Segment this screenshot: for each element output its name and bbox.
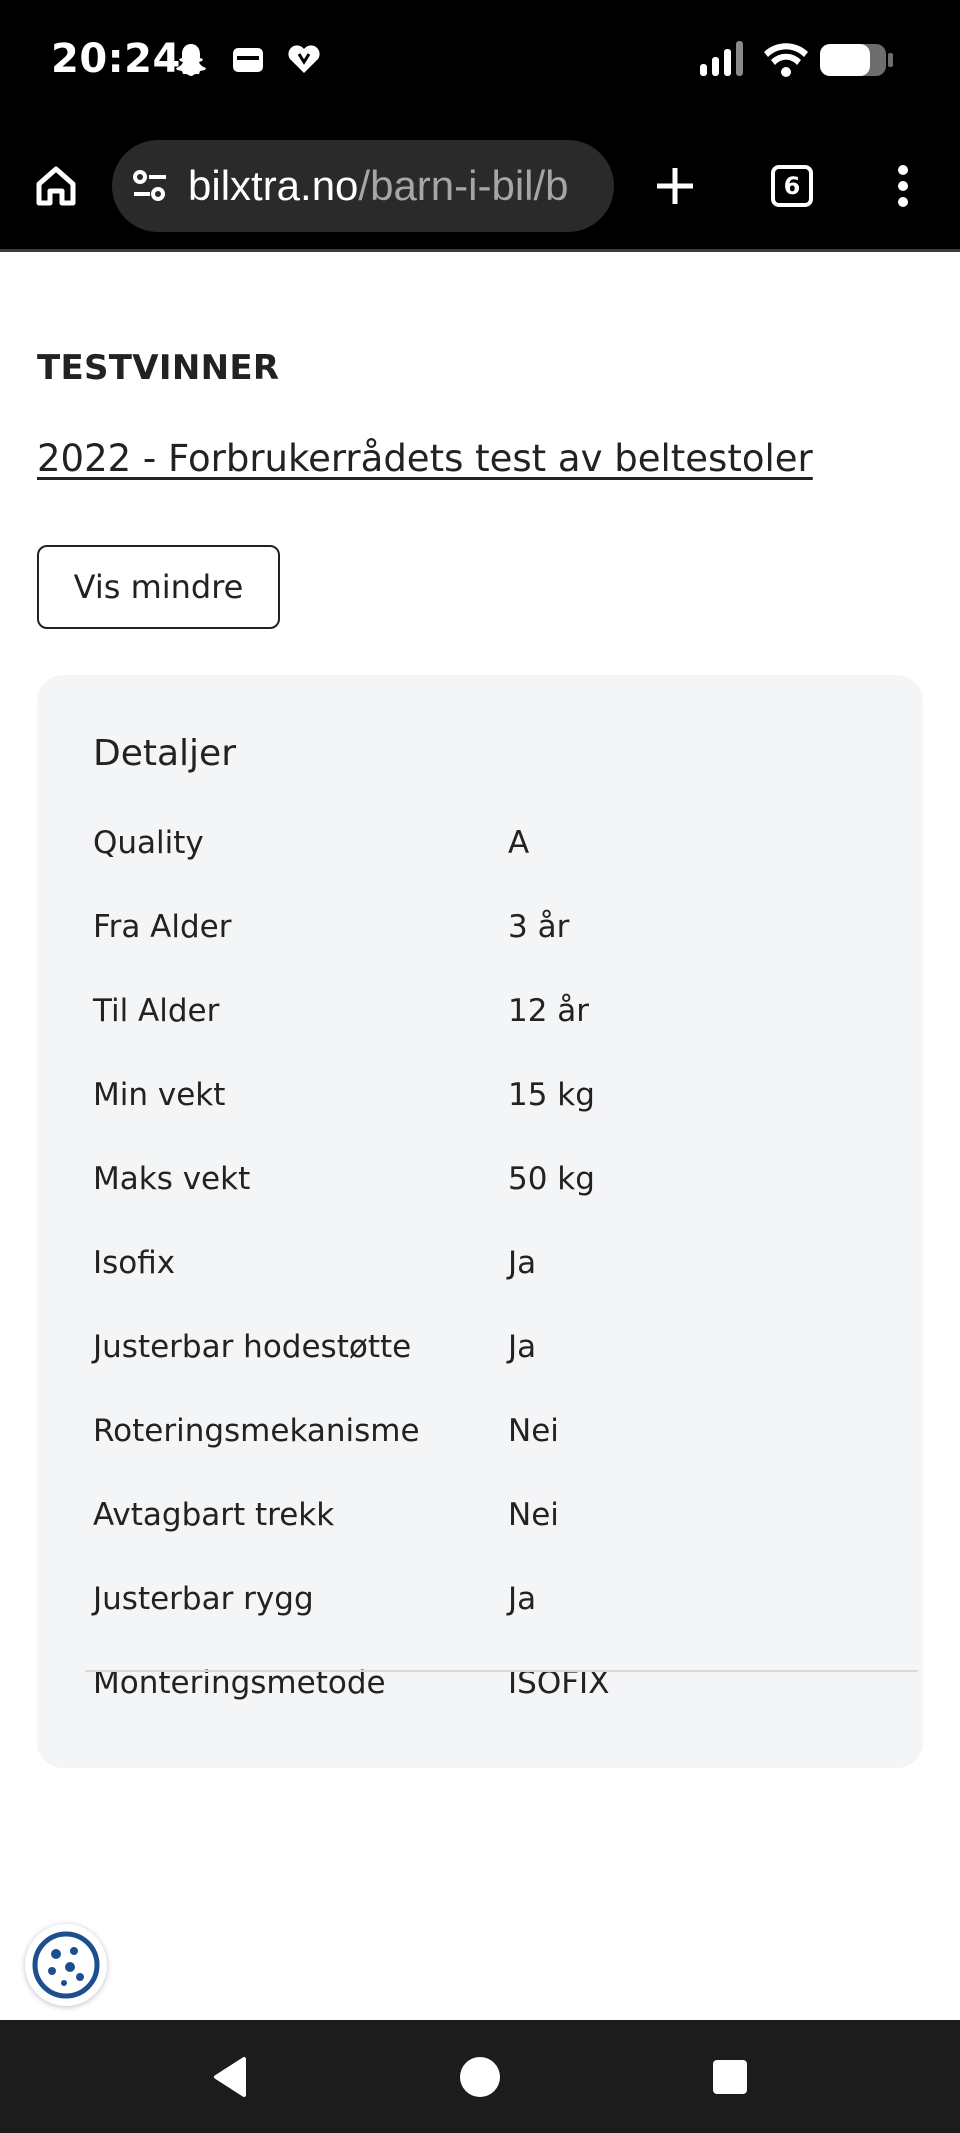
detail-label: Justerbar hodestøtte [93,1329,412,1365]
detail-row: Isofix Ja [93,1245,893,1305]
status-time: 20:24 [51,36,181,82]
status-right-icons [700,38,900,82]
cookie-icon [32,1931,100,1999]
new-tab-button[interactable] [640,120,710,252]
detail-value: Ja [508,1245,537,1281]
address-bar[interactable]: bilxtra.no/barn-i-bil/b [112,140,614,232]
detail-row: Monteringsmetode ISOFIX [93,1665,893,1725]
detail-label: Min vekt [93,1077,226,1113]
detail-row: Quality A [93,825,893,885]
details-title: Detaljer [93,733,236,774]
detail-value: 3 år [508,909,570,945]
home-button[interactable] [24,120,88,252]
back-button[interactable] [170,2020,290,2133]
detail-label: Roteringsmekanisme [93,1413,420,1449]
menu-button[interactable] [878,120,928,252]
detail-label: Justerbar rygg [93,1581,314,1617]
detail-row: Justerbar rygg Ja [93,1581,893,1641]
url-path: /barn-i-bil/b [358,162,569,209]
detail-row: Til Alder 12 år [93,993,893,1053]
detail-row: Fra Alder 3 år [93,909,893,969]
status-bar: 20:24 [0,0,960,120]
detail-value: Nei [508,1497,559,1533]
detail-value: 12 år [508,993,590,1029]
detail-value: 50 kg [508,1161,595,1197]
home-nav-button[interactable] [420,2020,540,2133]
heart-app-icon [285,40,323,78]
detail-value: Ja [508,1581,537,1617]
battery-icon [820,44,893,76]
footer-divider [85,1670,918,1672]
url-text: bilxtra.no/barn-i-bil/b [188,162,569,210]
detail-row: Min vekt 15 kg [93,1077,893,1137]
wifi-icon [764,43,808,77]
tab-switcher-button[interactable]: 6 [771,165,813,207]
test-article-link[interactable]: 2022 - Forbrukerrådets test av beltestol… [37,437,813,480]
browser-toolbar: bilxtra.no/barn-i-bil/b 6 [0,120,960,252]
recents-square-icon [713,2059,747,2094]
detail-label: Avtagbart trekk [93,1497,335,1533]
detail-label: Til Alder [93,993,220,1029]
back-triangle-icon [214,2056,246,2097]
site-settings-icon[interactable] [130,166,170,210]
system-nav-bar [0,2020,960,2133]
plus-icon [657,168,693,204]
detail-value: A [508,825,530,861]
wallet-icon [229,40,267,78]
detail-row: Avtagbart trekk Nei [93,1497,893,1557]
detail-label: Isofix [93,1245,176,1281]
detail-label: Maks vekt [93,1161,251,1197]
detail-label: Quality [93,825,204,861]
section-heading: TESTVINNER [37,348,280,388]
home-circle-icon [460,2056,500,2097]
home-icon [36,166,76,206]
detail-value: 15 kg [508,1077,595,1113]
details-card: Detaljer Quality A Fra Alder 3 år Til Al… [37,675,923,1768]
url-domain: bilxtra.no [188,162,359,209]
detail-value: Ja [508,1329,537,1365]
recents-button[interactable] [670,2020,790,2133]
detail-row: Roteringsmekanisme Nei [93,1413,893,1473]
detail-value: Nei [508,1413,559,1449]
detail-row: Maks vekt 50 kg [93,1161,893,1221]
cookie-settings-button[interactable] [25,1924,107,2006]
detail-label: Fra Alder [93,909,232,945]
show-less-button[interactable]: Vis mindre [37,545,280,629]
snapchat-icon [172,40,210,78]
detail-row: Justerbar hodestøtte Ja [93,1329,893,1389]
signal-icon [700,41,743,76]
more-vert-icon [898,165,908,207]
